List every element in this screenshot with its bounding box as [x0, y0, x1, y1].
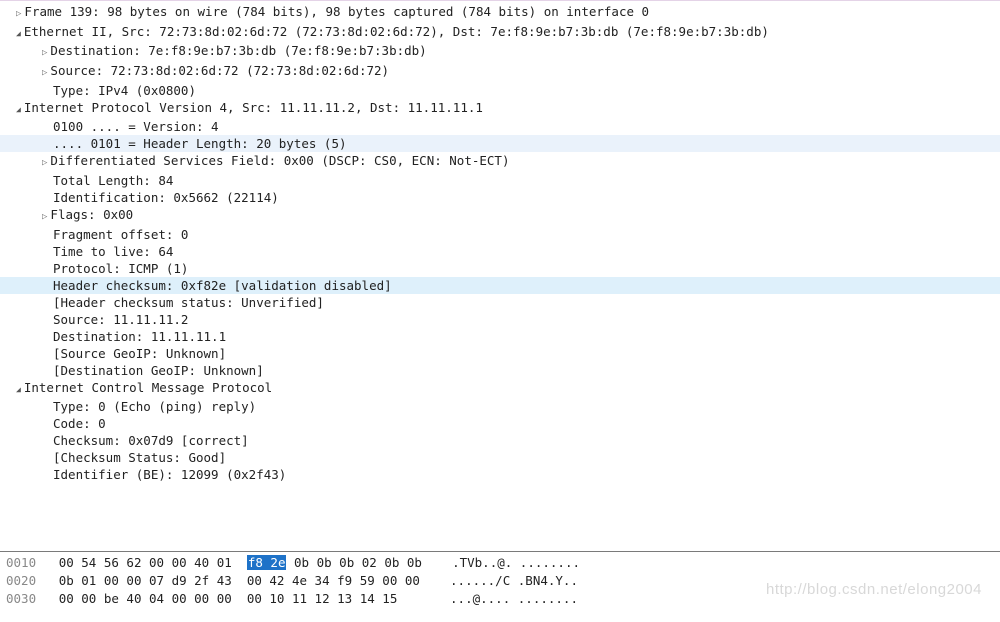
icmp-summary[interactable]: Internet Control Message Protocol — [0, 379, 1000, 398]
ip-dsf-text: Differentiated Services Field: 0x00 (DSC… — [50, 153, 509, 168]
icmp-type[interactable]: Type: 0 (Echo (ping) reply) — [0, 398, 1000, 415]
ip-flags-text: Flags: 0x00 — [50, 207, 133, 222]
hex-bytes: 0b 0b 0b 02 0b 0b — [294, 555, 422, 570]
hex-ascii: ...@.... ........ — [450, 591, 578, 606]
ip-totlen-text: Total Length: 84 — [53, 173, 173, 188]
eth-destination[interactable]: Destination: 7e:f8:9e:b7:3b:db (7e:f8:9e… — [0, 42, 1000, 62]
collapse-icon[interactable] — [16, 100, 24, 115]
packet-details-tree[interactable]: Frame 139: 98 bytes on wire (784 bits), … — [0, 0, 1000, 551]
ip-dsf[interactable]: Differentiated Services Field: 0x00 (DSC… — [0, 152, 1000, 172]
ip-cksumstat-text: [Header checksum status: Unverified] — [53, 295, 324, 310]
eth-source[interactable]: Source: 72:73:8d:02:6d:72 (72:73:8d:02:6… — [0, 62, 1000, 82]
hex-offset: 0030 — [6, 591, 36, 606]
icmp-code-text: Code: 0 — [53, 416, 106, 431]
icmp-type-text: Type: 0 (Echo (ping) reply) — [53, 399, 256, 414]
icmp-idbe-text: Identifier (BE): 12099 (0x2f43) — [53, 467, 286, 482]
frame-text: Frame 139: 98 bytes on wire (784 bits), … — [24, 4, 649, 19]
eth-src-text: Source: 72:73:8d:02:6d:72 (72:73:8d:02:6… — [50, 63, 389, 78]
ip-identification[interactable]: Identification: 0x5662 (22114) — [0, 189, 1000, 206]
frame-summary[interactable]: Frame 139: 98 bytes on wire (784 bits), … — [0, 3, 1000, 23]
hex-ascii: .TVb..@. ........ — [452, 555, 580, 570]
hex-offset: 0010 — [6, 555, 36, 570]
ethernet-summary[interactable]: Ethernet II, Src: 72:73:8d:02:6d:72 (72:… — [0, 23, 1000, 42]
hex-row[interactable]: 0030 00 00 be 40 04 00 00 00 00 10 11 12… — [0, 590, 1000, 608]
ip-checksum-status[interactable]: [Header checksum status: Unverified] — [0, 294, 1000, 311]
hex-selected-bytes: f8 2e — [247, 555, 287, 570]
icmp-cksumstat-text: [Checksum Status: Good] — [53, 450, 226, 465]
hex-bytes: 00 00 be 40 04 00 00 00 00 10 11 12 13 1… — [59, 591, 420, 606]
ip-text: Internet Protocol Version 4, Src: 11.11.… — [24, 100, 483, 115]
ip-ttl[interactable]: Time to live: 64 — [0, 243, 1000, 260]
ip-src-text: Source: 11.11.11.2 — [53, 312, 188, 327]
ip-geoip-destination[interactable]: [Destination GeoIP: Unknown] — [0, 362, 1000, 379]
ip-header-length[interactable]: .... 0101 = Header Length: 20 bytes (5) — [0, 135, 1000, 152]
ip-hlen-text: .... 0101 = Header Length: 20 bytes (5) — [53, 136, 347, 151]
hex-bytes: 0b 01 00 00 07 d9 2f 43 00 42 4e 34 f9 5… — [59, 573, 420, 588]
ip-flags[interactable]: Flags: 0x00 — [0, 206, 1000, 226]
icmp-text: Internet Control Message Protocol — [24, 380, 272, 395]
ip-destination[interactable]: Destination: 11.11.11.1 — [0, 328, 1000, 345]
hex-dump-pane[interactable]: 0010 00 54 56 62 00 00 40 01 f8 2e 0b 0b… — [0, 551, 1000, 620]
icmp-identifier-be[interactable]: Identifier (BE): 12099 (0x2f43) — [0, 466, 1000, 483]
ip-protocol[interactable]: Protocol: ICMP (1) — [0, 260, 1000, 277]
ip-geosrc-text: [Source GeoIP: Unknown] — [53, 346, 226, 361]
eth-type[interactable]: Type: IPv4 (0x0800) — [0, 82, 1000, 99]
ip-total-length[interactable]: Total Length: 84 — [0, 172, 1000, 189]
ip-geoip-source[interactable]: [Source GeoIP: Unknown] — [0, 345, 1000, 362]
eth-text: Ethernet II, Src: 72:73:8d:02:6d:72 (72:… — [24, 24, 769, 39]
icmp-cksum-text: Checksum: 0x07d9 [correct] — [53, 433, 249, 448]
collapse-icon[interactable] — [16, 24, 24, 39]
hex-bytes: 00 54 56 62 00 00 40 01 — [59, 555, 232, 570]
ip-ttl-text: Time to live: 64 — [53, 244, 173, 259]
ip-version[interactable]: 0100 .... = Version: 4 — [0, 118, 1000, 135]
collapse-icon[interactable] — [16, 380, 24, 395]
hex-row[interactable]: 0010 00 54 56 62 00 00 40 01 f8 2e 0b 0b… — [0, 554, 1000, 572]
hex-offset: 0020 — [6, 573, 36, 588]
icmp-code[interactable]: Code: 0 — [0, 415, 1000, 432]
ip-fragoff-text: Fragment offset: 0 — [53, 227, 188, 242]
ip-dst-text: Destination: 11.11.11.1 — [53, 329, 226, 344]
ip-version-text: 0100 .... = Version: 4 — [53, 119, 219, 134]
eth-dst-text: Destination: 7e:f8:9e:b7:3b:db (7e:f8:9e… — [50, 43, 426, 58]
ip-fragment-offset[interactable]: Fragment offset: 0 — [0, 226, 1000, 243]
ip-source[interactable]: Source: 11.11.11.2 — [0, 311, 1000, 328]
eth-type-text: Type: IPv4 (0x0800) — [53, 83, 196, 98]
icmp-checksum[interactable]: Checksum: 0x07d9 [correct] — [0, 432, 1000, 449]
ip-header-checksum[interactable]: Header checksum: 0xf82e [validation disa… — [0, 277, 1000, 294]
ip-ident-text: Identification: 0x5662 (22114) — [53, 190, 279, 205]
ip-geodst-text: [Destination GeoIP: Unknown] — [53, 363, 264, 378]
ip-summary[interactable]: Internet Protocol Version 4, Src: 11.11.… — [0, 99, 1000, 118]
ip-proto-text: Protocol: ICMP (1) — [53, 261, 188, 276]
hex-row[interactable]: 0020 0b 01 00 00 07 d9 2f 43 00 42 4e 34… — [0, 572, 1000, 590]
icmp-checksum-status[interactable]: [Checksum Status: Good] — [0, 449, 1000, 466]
ip-cksum-text: Header checksum: 0xf82e [validation disa… — [53, 278, 392, 293]
hex-ascii: ....../C .BN4.Y.. — [450, 573, 578, 588]
